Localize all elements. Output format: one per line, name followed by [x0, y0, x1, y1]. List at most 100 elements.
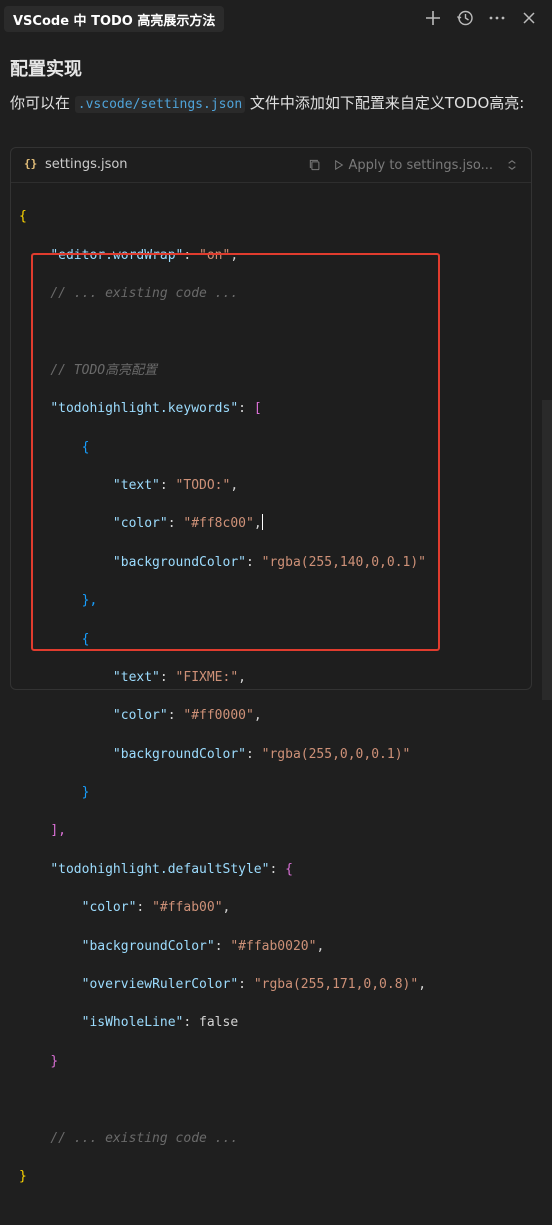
code-token: }: [19, 1168, 27, 1184]
para-text-after: 文件中添加如下配置来自定义TODO高亮:: [245, 94, 525, 112]
code-token: "rgba(255,140,0,0.1)": [261, 554, 427, 570]
code-punctuation: :: [159, 669, 176, 685]
chat-title[interactable]: VSCode 中 TODO 高亮展示方法: [4, 6, 225, 32]
top-bar: VSCode 中 TODO 高亮展示方法: [0, 0, 552, 36]
more-icon[interactable]: [488, 9, 506, 27]
code-token: }: [81, 785, 90, 801]
code-token: "backgroundColor": [81, 938, 215, 954]
text-cursor: [261, 514, 263, 531]
code-token: "overviewRulerColor": [81, 977, 239, 993]
code-token: "#ff0000": [183, 708, 254, 724]
code-token: "on": [199, 247, 231, 263]
close-icon[interactable]: [520, 9, 538, 27]
code-punctuation: ,: [253, 708, 262, 724]
chevron-updown-icon[interactable]: [503, 156, 521, 174]
plus-icon[interactable]: [424, 9, 442, 27]
code-punctuation: ,: [230, 477, 239, 493]
code-token: }: [50, 1053, 59, 1069]
code-token: "#ff8c00": [183, 516, 254, 532]
code-punctuation: :: [159, 477, 176, 493]
code-line: }: [19, 1052, 426, 1071]
section-heading: 配置实现: [10, 59, 82, 80]
code-token: "todohighlight.defaultStyle": [50, 861, 270, 877]
code-token: "text": [112, 477, 160, 493]
code-token: "isWholeLine": [81, 1015, 184, 1031]
code-line: {: [19, 630, 426, 649]
code-token: "color": [112, 516, 168, 532]
code-punctuation: :: [136, 900, 153, 916]
code-block-header: {} settings.json Apply to settings.jso..…: [11, 148, 531, 183]
code-punctuation: :: [214, 938, 231, 954]
code-token: "text": [112, 669, 160, 685]
code-line: "editor.wordWrap": "on",: [19, 246, 426, 265]
code-token: "editor.wordWrap": [50, 247, 184, 263]
code-punctuation: :: [167, 516, 184, 532]
code-punctuation: :: [183, 247, 200, 263]
code-block: {} settings.json Apply to settings.jso..…: [10, 147, 532, 1184]
code-token: ],: [50, 823, 66, 839]
code-token: "#ffab0020": [230, 938, 317, 954]
description-paragraph: 你可以在 .vscode/settings.json 文件中添加如下配置来自定义…: [10, 92, 530, 116]
code-file-name: settings.json: [45, 157, 128, 172]
code-punctuation: ,: [222, 900, 231, 916]
code-line: "color": "#ff8c00",: [19, 514, 426, 533]
scrollbar-thumb[interactable]: [542, 400, 552, 700]
code-content[interactable]: { "editor.wordWrap": "on", // ... existi…: [19, 188, 426, 1225]
code-line: "color": "#ffab00",: [19, 898, 426, 917]
code-line: "isWholeLine": false: [19, 1013, 426, 1032]
code-token: [: [253, 401, 262, 417]
code-punctuation: :: [238, 401, 254, 417]
code-line: "todohighlight.defaultStyle": {: [19, 860, 426, 879]
code-token: "FIXME:": [175, 669, 239, 685]
code-token: {: [81, 439, 90, 455]
code-line: "todohighlight.keywords": [: [19, 399, 426, 418]
copy-icon[interactable]: [306, 156, 324, 174]
code-punctuation: ,: [238, 669, 246, 685]
code-line: "text": "FIXME:",: [19, 668, 426, 687]
code-line: ],: [19, 821, 426, 840]
code-token: "color": [112, 708, 168, 724]
code-line: "backgroundColor": "#ffab0020",: [19, 937, 426, 956]
code-token: "backgroundColor": [112, 554, 246, 570]
code-punctuation: :: [238, 977, 254, 993]
code-token: // ... existing code ...: [50, 1130, 239, 1146]
json-file-icon: {}: [24, 157, 38, 170]
code-punctuation: ,: [230, 247, 239, 263]
code-token: "#ffab00": [152, 900, 223, 916]
code-punctuation: ,: [418, 977, 427, 993]
history-icon[interactable]: [456, 9, 474, 27]
code-token: {: [19, 209, 27, 225]
code-line: {: [19, 438, 426, 457]
code-line: "text": "TODO:",: [19, 476, 426, 495]
code-line: },: [19, 591, 426, 610]
code-line: }: [19, 1167, 426, 1186]
code-line: // ... existing code ...: [19, 1129, 426, 1148]
code-line: "color": "#ff0000",: [19, 706, 426, 725]
code-punctuation: ,: [253, 516, 262, 532]
code-line: "overviewRulerColor": "rgba(255,171,0,0.…: [19, 975, 426, 994]
apply-label: Apply to settings.jso...: [348, 157, 494, 173]
top-actions: [424, 8, 538, 28]
code-punctuation: :: [167, 708, 184, 724]
code-punctuation: ,: [316, 938, 325, 954]
code-line: // TODO高亮配置: [19, 361, 426, 380]
code-token: // ... existing code ...: [50, 285, 239, 301]
code-token: "todohighlight.keywords": [50, 401, 239, 417]
code-line: "backgroundColor": "rgba(255,0,0,0.1)": [19, 745, 426, 764]
code-line: "backgroundColor": "rgba(255,140,0,0.1)": [19, 553, 426, 572]
inline-code-path[interactable]: .vscode/settings.json: [74, 96, 246, 113]
code-punctuation: :: [269, 861, 286, 877]
code-token: "TODO:": [175, 477, 231, 493]
code-line: {: [19, 207, 426, 226]
code-token: false: [199, 1015, 239, 1031]
code-token: "backgroundColor": [112, 746, 246, 762]
code-token: {: [285, 861, 293, 877]
code-token: {: [81, 631, 90, 647]
para-text-before: 你可以在: [10, 94, 75, 112]
play-icon: [334, 160, 343, 170]
apply-button[interactable]: Apply to settings.jso...: [334, 157, 494, 173]
code-punctuation: :: [183, 1015, 200, 1031]
code-punctuation: :: [245, 746, 262, 762]
